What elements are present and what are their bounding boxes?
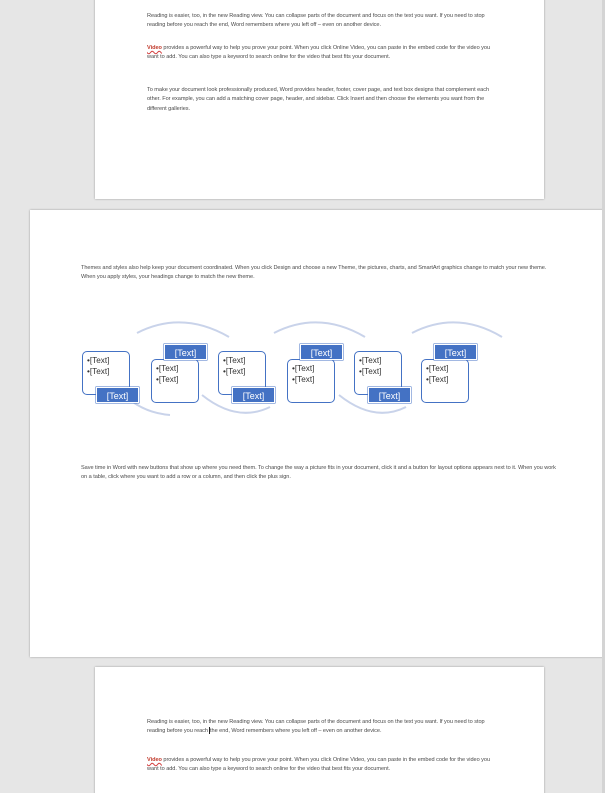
paragraph-design[interactable]: To make your document look professionall…	[147, 86, 499, 114]
smartart-bullet-item: •[Text]	[292, 375, 315, 384]
document-canvas[interactable]: Reading is easier, too, in the new Readi…	[0, 0, 605, 793]
smartart-bullet-item: •[Text]	[426, 375, 449, 384]
document-page-2[interactable]: Themes and styles also help keep your do…	[30, 210, 605, 657]
misspelled-word[interactable]: Video	[147, 45, 162, 51]
paragraph-save-time[interactable]: Save time in Word with new buttons that …	[81, 464, 561, 483]
paragraph-video[interactable]: Video provides a powerful way to help yo…	[147, 756, 499, 775]
paragraph-video[interactable]: Video provides a powerful way to help yo…	[147, 44, 499, 63]
paragraph-reading-text-b: the end, Word remembers where you left o…	[210, 728, 382, 735]
smartart-label-2[interactable]: [Text]	[164, 344, 207, 360]
paragraph-themes[interactable]: Themes and styles also help keep your do…	[81, 264, 561, 283]
document-page-1[interactable]: Reading is easier, too, in the new Readi…	[95, 0, 544, 199]
smartart-label-1[interactable]: [Text]	[96, 387, 139, 403]
smartart-label-3[interactable]: [Text]	[232, 387, 275, 403]
smartart-bullet-item: •[Text]	[87, 356, 110, 365]
document-page-3[interactable]: Reading is easier, too, in the new Readi…	[95, 667, 544, 793]
paragraph-video-text: provides a powerful way to help you prov…	[147, 757, 491, 773]
paragraph-reading[interactable]: Reading is easier, too, in the new Readi…	[147, 12, 499, 31]
smartart-box-2[interactable]: •[Text] •[Text]	[151, 359, 199, 403]
smartart-bullet-item: •[Text]	[156, 364, 179, 373]
smartart-label-4[interactable]: [Text]	[300, 344, 343, 360]
smartart-bullet-item: •[Text]	[223, 356, 246, 365]
misspelled-word[interactable]: Video	[147, 757, 162, 763]
paragraph-video-text: provides a powerful way to help you prov…	[147, 45, 491, 61]
smartart-label-6[interactable]: [Text]	[434, 344, 477, 360]
smartart-bullet-item: •[Text]	[87, 367, 110, 376]
smartart-bullet-item: •[Text]	[426, 364, 449, 373]
smartart-bullet-item: •[Text]	[156, 375, 179, 384]
smartart-box-6[interactable]: •[Text] •[Text]	[421, 359, 469, 403]
smartart-label-5[interactable]: [Text]	[368, 387, 411, 403]
smartart-bullet-item: •[Text]	[292, 364, 315, 373]
smartart-graphic[interactable]: •[Text] •[Text] [Text] •[Text] •[Text] […	[82, 315, 522, 427]
smartart-bullet-item: •[Text]	[359, 367, 382, 376]
smartart-box-4[interactable]: •[Text] •[Text]	[287, 359, 335, 403]
smartart-bullet-item: •[Text]	[223, 367, 246, 376]
smartart-bullet-item: •[Text]	[359, 356, 382, 365]
paragraph-reading[interactable]: Reading is easier, too, in the new Readi…	[147, 718, 499, 737]
